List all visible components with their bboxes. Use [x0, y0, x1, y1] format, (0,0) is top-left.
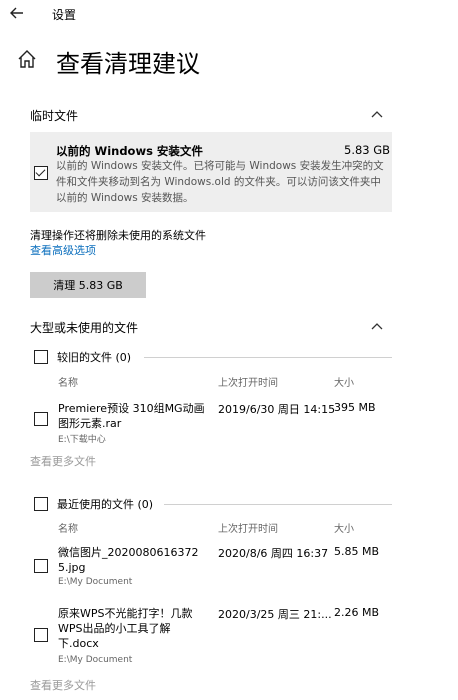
divider: [144, 357, 392, 358]
column-name: 名称: [58, 524, 78, 535]
temp-item-panel[interactable]: 以前的 Windows 安装文件 5.83 GB 以前的 Windows 安装文…: [30, 132, 392, 212]
section-title-large-files: 大型或未使用的文件: [30, 321, 139, 335]
chevron-up-icon[interactable]: [370, 107, 384, 121]
file-checkbox[interactable]: [34, 412, 48, 426]
file-date: 2019/6/30 周日 14:15: [218, 403, 336, 416]
file-size: 395 MB: [334, 401, 376, 414]
file-name: Premiere预设 310组MG动画图形元素.rar: [58, 402, 205, 430]
recent-files-title: 最近使用的文件 (0): [57, 498, 154, 511]
file-name: 原来WPS不光能打字！几款WPS出品的小工具了解下.docx: [58, 607, 193, 650]
file-checkbox[interactable]: [34, 559, 48, 573]
view-more-files-link[interactable]: 查看更多文件: [30, 677, 96, 693]
file-size: 2.26 MB: [334, 606, 380, 619]
file-date: 2020/3/25 周三 21:...: [218, 608, 332, 621]
file-date: 2020/8/6 周四 16:37: [218, 547, 329, 560]
column-size: 大小: [334, 524, 354, 535]
column-name: 名称: [58, 378, 78, 389]
temp-item-description: 以前的 Windows 安装文件。已将可能与 Windows 安装发生冲突的文件…: [56, 160, 384, 204]
window-title: 设置: [52, 8, 77, 22]
section-title-temp-files: 临时文件: [30, 109, 79, 123]
file-path: E:\下载中心: [58, 435, 106, 445]
temp-item-size: 5.83 GB: [344, 143, 391, 157]
older-files-checkbox[interactable]: [34, 350, 48, 364]
cleanup-note: 清理操作还将删除未使用的系统文件: [30, 229, 206, 242]
temp-item-checkbox[interactable]: [34, 166, 48, 180]
cleanup-button[interactable]: 清理 5.83 GB: [30, 272, 146, 298]
file-path: E:\My Document: [58, 577, 133, 587]
divider: [164, 504, 392, 505]
chevron-up-icon[interactable]: [370, 319, 384, 333]
column-last-opened: 上次打开时间: [218, 378, 278, 389]
file-checkbox[interactable]: [34, 628, 48, 642]
view-more-files-link[interactable]: 查看更多文件: [30, 453, 96, 469]
file-path: E:\My Document: [58, 655, 133, 665]
back-arrow-icon[interactable]: [10, 4, 24, 23]
file-size: 5.85 MB: [334, 545, 380, 558]
home-icon[interactable]: [16, 48, 38, 70]
page-title: 查看清理建议: [56, 50, 200, 78]
recent-files-checkbox[interactable]: [34, 497, 48, 511]
file-name: 微信图片_20200806163725.jpg: [58, 546, 199, 574]
advanced-options-link[interactable]: 查看高级选项: [30, 242, 96, 258]
column-size: 大小: [334, 378, 354, 389]
older-files-title: 较旧的文件 (0): [57, 351, 132, 364]
column-last-opened: 上次打开时间: [218, 524, 278, 535]
temp-item-title: 以前的 Windows 安装文件: [56, 144, 203, 158]
